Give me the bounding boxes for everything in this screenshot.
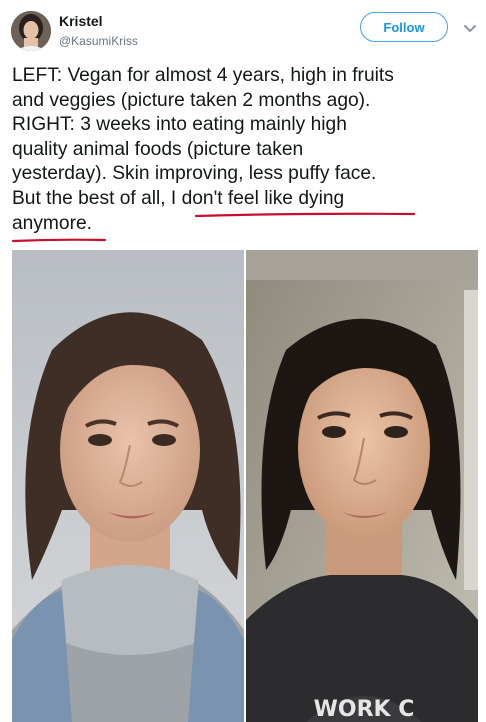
author-names: Kristel @KasumiKriss [59, 12, 138, 49]
tweet-media[interactable]: WORK C [12, 250, 478, 722]
chevron-down-icon[interactable] [463, 24, 477, 34]
tweet-header: Kristel @KasumiKriss Follow [8, 8, 478, 56]
photo-right[interactable]: WORK C [246, 250, 478, 722]
tweet-text-line: anymore. [12, 212, 92, 234]
tweet-card: Kristel @KasumiKriss Follow LEFT: Vegan … [0, 0, 486, 722]
tweet-text-line: LEFT: Vegan for almost 4 years, high in … [12, 65, 394, 86]
follow-button[interactable]: Follow [360, 12, 448, 42]
tweet-text: LEFT: Vegan for almost 4 years, high in … [12, 64, 482, 236]
tweet-text-line: quality animal foods (picture taken [12, 138, 304, 160]
tweet-text-line: RIGHT: 3 weeks into eating mainly high [12, 114, 347, 136]
tweet-text-line: and veggies (picture taken 2 months ago)… [12, 89, 371, 111]
tweet-text-line: But the best of all, I don't feel like d… [12, 187, 345, 209]
user-handle[interactable]: @KasumiKriss [59, 33, 138, 49]
display-name[interactable]: Kristel [59, 12, 138, 30]
tweet-text-line: yesterday). Skin improving, less puffy f… [12, 163, 377, 185]
sweater-print: WORK C [314, 697, 415, 722]
avatar[interactable] [11, 11, 51, 51]
photo-left[interactable] [12, 250, 244, 722]
